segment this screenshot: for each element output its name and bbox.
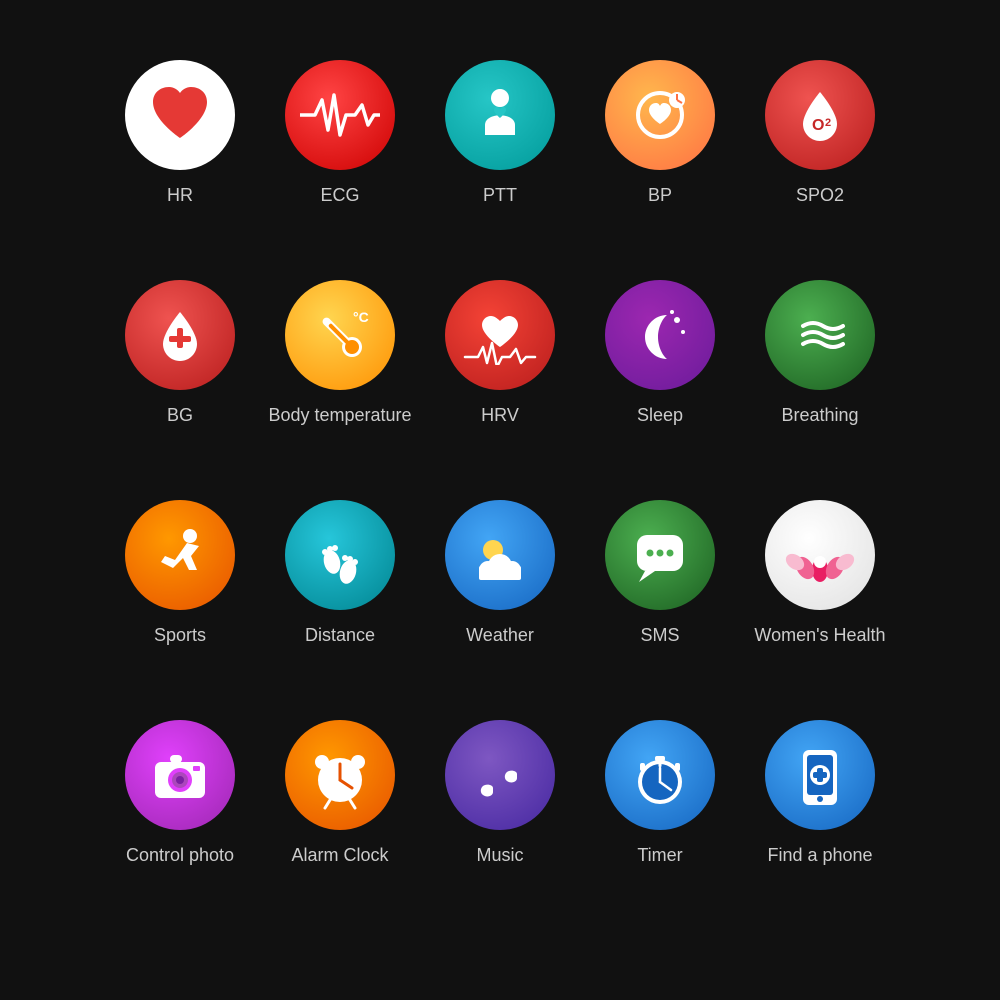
icon-hrv	[445, 280, 555, 390]
icon-findaphone	[765, 720, 875, 830]
label-findaphone: Find a phone	[767, 844, 872, 867]
icon-bg	[125, 280, 235, 390]
label-sleep: Sleep	[637, 404, 683, 427]
item-hrv[interactable]: HRV	[420, 280, 580, 427]
svg-text:2: 2	[825, 117, 831, 129]
label-hr: HR	[167, 184, 193, 207]
icon-bodytemp: °C	[285, 280, 395, 390]
icon-controlphoto	[125, 720, 235, 830]
label-ptt: PTT	[483, 184, 517, 207]
label-alarmclock: Alarm Clock	[291, 844, 388, 867]
icon-sports	[125, 500, 235, 610]
item-ecg[interactable]: ECG	[260, 60, 420, 207]
icon-alarmclock	[285, 720, 395, 830]
item-bg[interactable]: BG	[100, 280, 260, 427]
icon-bp	[605, 60, 715, 170]
label-music: Music	[476, 844, 523, 867]
app-grid: HR ECG PTT	[90, 40, 910, 960]
item-weather[interactable]: Weather	[420, 500, 580, 647]
item-sleep[interactable]: Sleep	[580, 280, 740, 427]
svg-text:O: O	[812, 117, 824, 134]
label-sms: SMS	[640, 624, 679, 647]
item-bp[interactable]: BP	[580, 60, 740, 207]
label-weather: Weather	[466, 624, 534, 647]
label-bodytemp: Body temperature	[268, 404, 411, 427]
item-timer[interactable]: Timer	[580, 720, 740, 867]
item-sms[interactable]: SMS	[580, 500, 740, 647]
item-hr[interactable]: HR	[100, 60, 260, 207]
item-ptt[interactable]: PTT	[420, 60, 580, 207]
label-breathing: Breathing	[781, 404, 858, 427]
label-ecg: ECG	[320, 184, 359, 207]
label-sports: Sports	[154, 624, 206, 647]
icon-sms	[605, 500, 715, 610]
item-controlphoto[interactable]: Control photo	[100, 720, 260, 867]
item-spo2[interactable]: O 2 SPO2	[740, 60, 900, 207]
label-hrv: HRV	[481, 404, 519, 427]
icon-timer	[605, 720, 715, 830]
icon-music	[445, 720, 555, 830]
icon-ecg	[285, 60, 395, 170]
label-spo2: SPO2	[796, 184, 844, 207]
icon-breathing	[765, 280, 875, 390]
icon-hr	[125, 60, 235, 170]
label-womenshealth: Women's Health	[754, 624, 885, 647]
item-womenshealth[interactable]: Women's Health	[740, 500, 900, 647]
icon-distance	[285, 500, 395, 610]
item-alarmclock[interactable]: Alarm Clock	[260, 720, 420, 867]
item-sports[interactable]: Sports	[100, 500, 260, 647]
icon-ptt	[445, 60, 555, 170]
label-bp: BP	[648, 184, 672, 207]
icon-weather	[445, 500, 555, 610]
item-breathing[interactable]: Breathing	[740, 280, 900, 427]
svg-text:°C: °C	[353, 309, 369, 325]
item-findaphone[interactable]: Find a phone	[740, 720, 900, 867]
icon-spo2: O 2	[765, 60, 875, 170]
item-music[interactable]: Music	[420, 720, 580, 867]
icon-sleep	[605, 280, 715, 390]
label-controlphoto: Control photo	[126, 844, 234, 867]
item-bodytemp[interactable]: °C Body temperature	[260, 280, 420, 427]
label-distance: Distance	[305, 624, 375, 647]
label-bg: BG	[167, 404, 193, 427]
item-distance[interactable]: Distance	[260, 500, 420, 647]
icon-womenshealth	[765, 500, 875, 610]
label-timer: Timer	[637, 844, 682, 867]
